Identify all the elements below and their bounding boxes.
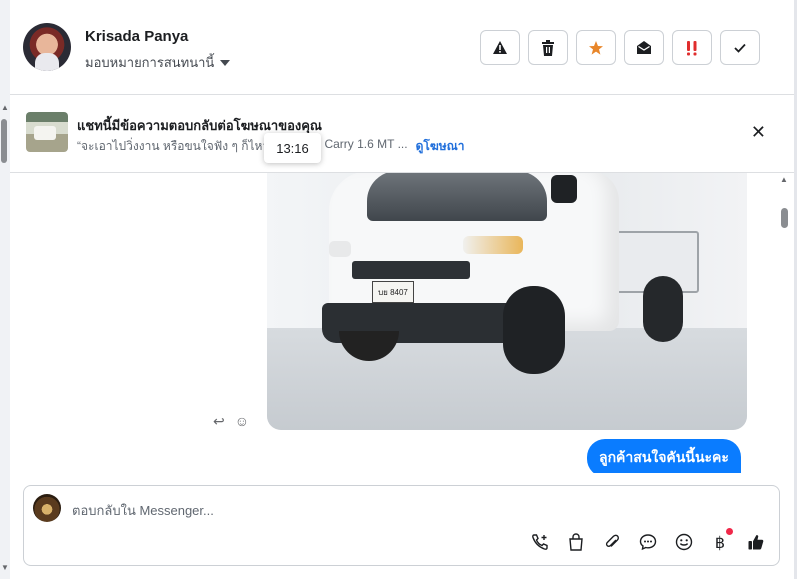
scroll-up-arrow-icon[interactable]: ▲ (1, 103, 9, 112)
ad-reply-banner: แชทนี้มีข้อความตอบกลับต่อโฆษณาของคุณ “จะ… (10, 96, 794, 173)
trash-icon (542, 39, 554, 56)
contact-avatar[interactable] (23, 23, 71, 71)
contact-name[interactable]: Krisada Panya (85, 28, 188, 45)
view-ad-link[interactable]: ดูโฆษณา (416, 137, 465, 156)
double-exclamation-icon (687, 40, 697, 55)
warning-icon (493, 41, 507, 54)
reply-icon[interactable]: ↩ (213, 413, 225, 430)
page-avatar (33, 494, 61, 522)
outgoing-message[interactable]: ลูกค้าสนใจคันนี้นะคะ (587, 439, 741, 473)
timestamp-tooltip: 13:16 (264, 133, 321, 163)
reply-composer: ตอบกลับใน Messenger... ฿ (23, 485, 780, 566)
star-icon (589, 40, 603, 55)
truck-grille (352, 261, 470, 279)
paperclip-icon[interactable] (601, 531, 623, 553)
check-icon (734, 43, 746, 53)
baht-glyph: ฿ (714, 532, 726, 552)
smiley-icon[interactable] (673, 531, 695, 553)
truck-front-wheel (503, 286, 565, 374)
notification-dot (726, 528, 733, 535)
close-icon[interactable]: ✕ (751, 122, 766, 143)
truck-headlight-right (463, 236, 523, 254)
truck-rear-wheel (643, 276, 683, 342)
priority-button[interactable] (672, 30, 712, 65)
speech-bubble-icon[interactable] (637, 531, 659, 553)
truck-headlight-left (329, 241, 351, 257)
chat-scroll-up-arrow-icon[interactable]: ▲ (780, 175, 788, 184)
thumbs-up-icon[interactable] (745, 531, 767, 553)
mark-unread-button[interactable] (624, 30, 664, 65)
message-actions: ↩ ☺ (213, 413, 249, 430)
messenger-conversation: ▲ ▼ Krisada Panya มอบหมายการสนทนานี้ แชท… (0, 0, 797, 579)
assign-conversation-dropdown[interactable]: มอบหมายการสนทนานี้ (85, 52, 231, 73)
ad-thumbnail[interactable] (26, 112, 68, 152)
envelope-open-icon (637, 41, 651, 54)
phone-plus-icon[interactable] (529, 531, 551, 553)
react-smiley-icon[interactable]: ☺ (235, 413, 249, 430)
ad-quote-text: “จะเอาไปวิ่งงาน หรือขนใจฟัง ๆ ก็ไหวห (77, 139, 278, 153)
left-scrollbar[interactable]: ▲ ▼ (0, 0, 10, 579)
shopping-bag-icon[interactable] (565, 531, 587, 553)
caret-down-icon (220, 60, 231, 66)
warning-button[interactable] (480, 30, 520, 65)
scroll-down-arrow-icon[interactable]: ▼ (1, 563, 9, 572)
truck-windshield (367, 173, 547, 221)
license-plate: บย 8407 (372, 281, 414, 303)
assign-conversation-label: มอบหมายการสนทนานี้ (85, 55, 215, 70)
truck-mirror (551, 175, 577, 203)
reply-input[interactable]: ตอบกลับใน Messenger... (72, 500, 214, 521)
message-image[interactable]: บย 8407 (267, 173, 747, 430)
conversation-header: Krisada Panya มอบหมายการสนทนานี้ (10, 0, 794, 95)
delete-button[interactable] (528, 30, 568, 65)
message-thread[interactable]: ▲ บย 8407 ↩ ☺ ลูกค้าสนใจคันนี้นะคะ (10, 173, 794, 473)
composer-toolbar: ฿ (529, 528, 767, 553)
chat-scrollbar-thumb[interactable] (781, 208, 788, 228)
done-button[interactable] (720, 30, 760, 65)
left-scrollbar-thumb[interactable] (1, 119, 7, 163)
star-button[interactable] (576, 30, 616, 65)
baht-icon[interactable]: ฿ (709, 528, 733, 553)
header-actions (480, 30, 760, 65)
